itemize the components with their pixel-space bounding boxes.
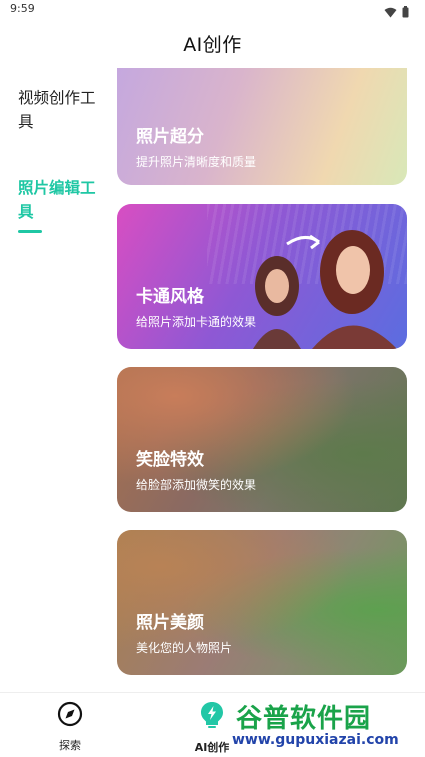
status-icons [384, 3, 409, 22]
card-photo-superres[interactable]: 照片超分 提升照片清晰度和质量 [117, 68, 407, 185]
sidebar-item-video-tools[interactable]: 视频创作工具 [18, 86, 104, 134]
app-screen: 9:59 AI创作 视频创作工具 照片编辑工具 照片超分 提升照片清晰度和质量 [0, 0, 425, 757]
card-description: 给照片添加卡通的效果 [136, 315, 257, 329]
wifi-icon [384, 3, 397, 22]
card-description: 给脸部添加微笑的效果 [136, 478, 257, 492]
nav-item-explore[interactable]: 探索 [30, 701, 110, 753]
watermark-title: 谷普软件园 [236, 704, 372, 734]
card-description: 提升照片清晰度和质量 [136, 155, 257, 169]
page-title: AI创作 [183, 34, 242, 56]
nav-label: 探索 [59, 739, 81, 752]
ai-bulb-icon [200, 701, 224, 733]
battery-icon [402, 3, 409, 22]
status-time: 9:59 [10, 2, 35, 15]
tool-card-list: 照片超分 提升照片清晰度和质量 卡通风格 给照片添加卡通的效果 笑脸特效 给脸部… [117, 68, 407, 688]
card-title: 照片美颜 [136, 613, 204, 633]
sidebar-active-indicator [18, 230, 42, 233]
card-cartoon-style[interactable]: 卡通风格 给照片添加卡通的效果 [117, 204, 407, 349]
card-smile-effect[interactable]: 笑脸特效 给脸部添加微笑的效果 [117, 367, 407, 512]
status-bar: 9:59 [0, 0, 425, 22]
card-title: 笑脸特效 [136, 450, 204, 470]
watermark: 谷普软件园 www.gupuxiazai.com [232, 698, 422, 754]
card-title: 照片超分 [136, 127, 204, 147]
card-description: 美化您的人物照片 [136, 641, 233, 655]
sidebar-item-photo-tools[interactable]: 照片编辑工具 [18, 176, 104, 224]
compass-icon [57, 701, 83, 731]
card-photo-beauty[interactable]: 照片美颜 美化您的人物照片 [117, 530, 407, 675]
watermark-url: www.gupuxiazai.com [232, 732, 399, 748]
cartoon-preview-image [253, 230, 397, 349]
card-title: 卡通风格 [136, 287, 204, 307]
